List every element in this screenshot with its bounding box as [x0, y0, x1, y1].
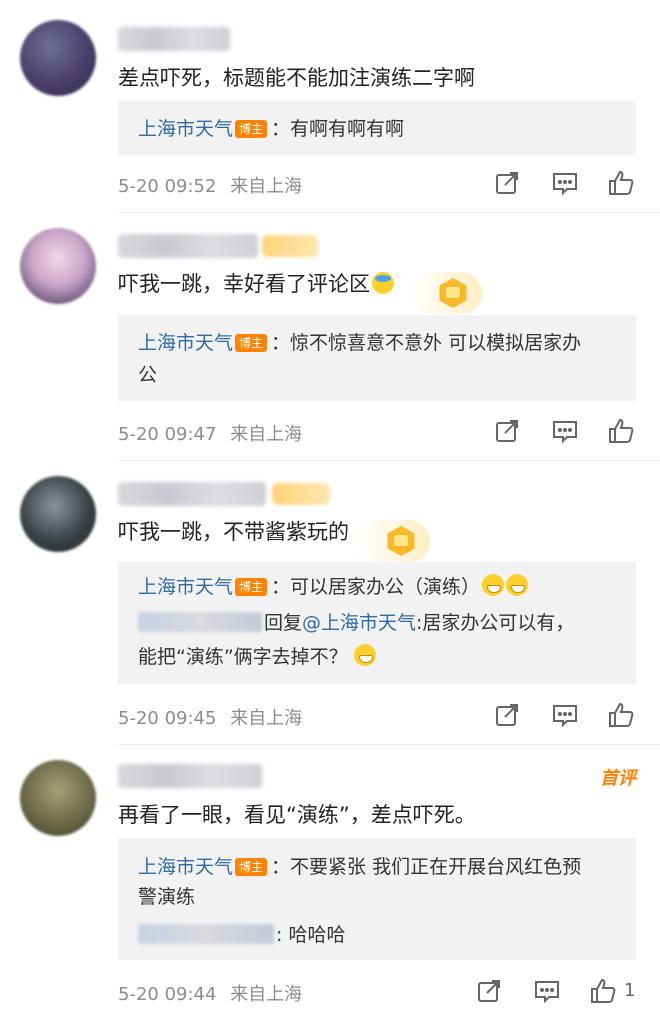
comment-time: 5-20 09:44 — [118, 984, 217, 1005]
comment-meta: 5-20 09:45 来自上海 — [118, 704, 302, 730]
username-blurred[interactable] — [118, 764, 262, 788]
avatar[interactable] — [20, 20, 96, 96]
share-button[interactable] — [474, 976, 504, 1006]
medal-icon — [410, 272, 482, 314]
username-blurred[interactable] — [118, 27, 230, 51]
share-icon — [496, 704, 518, 726]
reply-line: 上海市天气 博主 ：有啊有啊有啊 — [138, 114, 404, 144]
comment-text: 再看了一眼，看见“演练”，差点吓死。 — [118, 803, 476, 827]
username-blurred[interactable] — [138, 924, 274, 944]
reply-line: 上海市天气 博主 ：惊不惊喜意不意外 可以模拟居家办 — [138, 328, 581, 358]
comment-button[interactable] — [550, 416, 580, 446]
reply-author[interactable]: 上海市天气 — [138, 332, 233, 354]
reply-line-cont: 公 — [138, 364, 158, 386]
comment-icon — [553, 421, 577, 444]
grin-emoji-icon — [506, 574, 529, 596]
comment-time: 5-20 09:52 — [118, 176, 217, 197]
comment-icon — [553, 705, 577, 728]
comment-meta: 5-20 09:52 来自上海 — [118, 172, 302, 198]
comment-location: 来自上海 — [230, 984, 303, 1005]
comment-text: 吓我一跳，幸好看了评论区 — [118, 268, 394, 298]
share-button[interactable] — [492, 168, 522, 198]
reply-line: 上海市天气 博主 ：可以居家办公（演练） — [138, 572, 529, 602]
reply-author[interactable]: 上海市天气 — [138, 576, 233, 598]
comment-meta: 5-20 09:44 来自上海 — [118, 980, 302, 1006]
username-blurred[interactable] — [138, 612, 262, 632]
comment-button[interactable] — [550, 700, 580, 730]
reply-author[interactable]: 上海市天气 — [138, 856, 233, 878]
share-icon — [478, 980, 500, 1002]
reply-mention[interactable]: @上海市天气 — [302, 612, 416, 634]
reply-prefix: 回复 — [264, 612, 303, 634]
fan-badge-blurred — [272, 483, 330, 505]
comment-text-content: 吓我一跳，幸好看了评论区 — [118, 272, 370, 296]
like-button[interactable] — [606, 416, 636, 446]
first-comment-badge: 首评 — [600, 768, 636, 789]
grin-emoji-icon — [482, 574, 505, 596]
reply-line: 回复@上海市天气:居家办公可以有， — [138, 608, 574, 638]
divider — [118, 212, 660, 213]
share-button[interactable] — [492, 700, 522, 730]
thumbs-up-icon — [609, 170, 634, 195]
share-icon — [496, 420, 518, 442]
thumbs-up-icon — [609, 418, 634, 443]
share-button[interactable] — [492, 416, 522, 446]
avatar[interactable] — [20, 228, 96, 304]
reply-text: ：有啊有啊有啊 — [271, 118, 405, 140]
like-count: 1 — [624, 980, 636, 1001]
host-badge: 博主 — [235, 578, 268, 596]
reply-text: : 哈哈哈 — [276, 924, 346, 946]
reply-text: ：惊不惊喜意不意外 可以模拟居家办 — [271, 332, 582, 354]
comment-meta: 5-20 09:47 来自上海 — [118, 420, 302, 446]
reply-line: : 哈哈哈 — [138, 920, 345, 950]
thumbs-up-icon — [591, 978, 616, 1003]
reply-text: ：不要紧张 我们正在开展台风红色预 — [271, 856, 582, 878]
host-badge: 博主 — [235, 858, 268, 876]
reply-line-cont: 能把“演练”俩字去掉不？ — [138, 642, 376, 672]
reply-box[interactable]: 上海市天气 博主 ：有啊有啊有啊 — [118, 101, 636, 155]
comment-time: 5-20 09:45 — [118, 708, 217, 729]
thumbs-up-icon — [609, 702, 634, 727]
avatar[interactable] — [20, 760, 96, 836]
comment-button[interactable] — [550, 168, 580, 198]
medal-icon — [358, 520, 430, 562]
username-blurred[interactable] — [118, 482, 266, 506]
username-blurred[interactable] — [118, 234, 258, 258]
comment-button[interactable] — [532, 976, 562, 1006]
comment-text: 差点吓死，标题能不能加注演练二字啊 — [118, 66, 475, 90]
comment-location: 来自上海 — [230, 176, 303, 197]
reply-text: 能把“演练”俩字去掉不？ — [138, 646, 348, 668]
like-button[interactable] — [606, 168, 636, 198]
comment-text: 吓我一跳，不带酱紫玩的 — [118, 520, 349, 544]
comment-icon — [553, 173, 577, 196]
divider — [118, 744, 660, 745]
avatar[interactable] — [20, 476, 96, 552]
like-button[interactable] — [588, 976, 618, 1006]
grin-emoji-icon — [353, 644, 376, 666]
reply-text: ：可以居家办公（演练） — [271, 576, 481, 598]
reply-box[interactable]: 上海市天气 博主 ：不要紧张 我们正在开展台风红色预 警演练 : 哈哈哈 — [118, 838, 636, 960]
reply-box[interactable]: 上海市天气 博主 ：惊不惊喜意不意外 可以模拟居家办 公 — [118, 315, 636, 401]
host-badge: 博主 — [235, 120, 268, 138]
like-button[interactable] — [606, 700, 636, 730]
comment-time: 5-20 09:47 — [118, 424, 217, 445]
divider — [118, 460, 660, 461]
host-badge: 博主 — [235, 334, 268, 352]
reply-box[interactable]: 上海市天气 博主 ：可以居家办公（演练） 回复@上海市天气:居家办公可以有， 能把“… — [118, 562, 636, 684]
comment-icon — [535, 981, 559, 1004]
reply-text: :居家办公可以有， — [416, 612, 575, 634]
comment-location: 来自上海 — [230, 708, 303, 729]
laughing-emoji-icon — [372, 272, 394, 294]
reply-line-cont: 警演练 — [138, 886, 196, 908]
reply-author[interactable]: 上海市天气 — [138, 118, 233, 140]
reply-line: 上海市天气 博主 ：不要紧张 我们正在开展台风红色预 — [138, 852, 581, 882]
fan-badge-blurred — [262, 235, 318, 257]
comment-location: 来自上海 — [230, 424, 303, 445]
share-icon — [496, 172, 518, 194]
